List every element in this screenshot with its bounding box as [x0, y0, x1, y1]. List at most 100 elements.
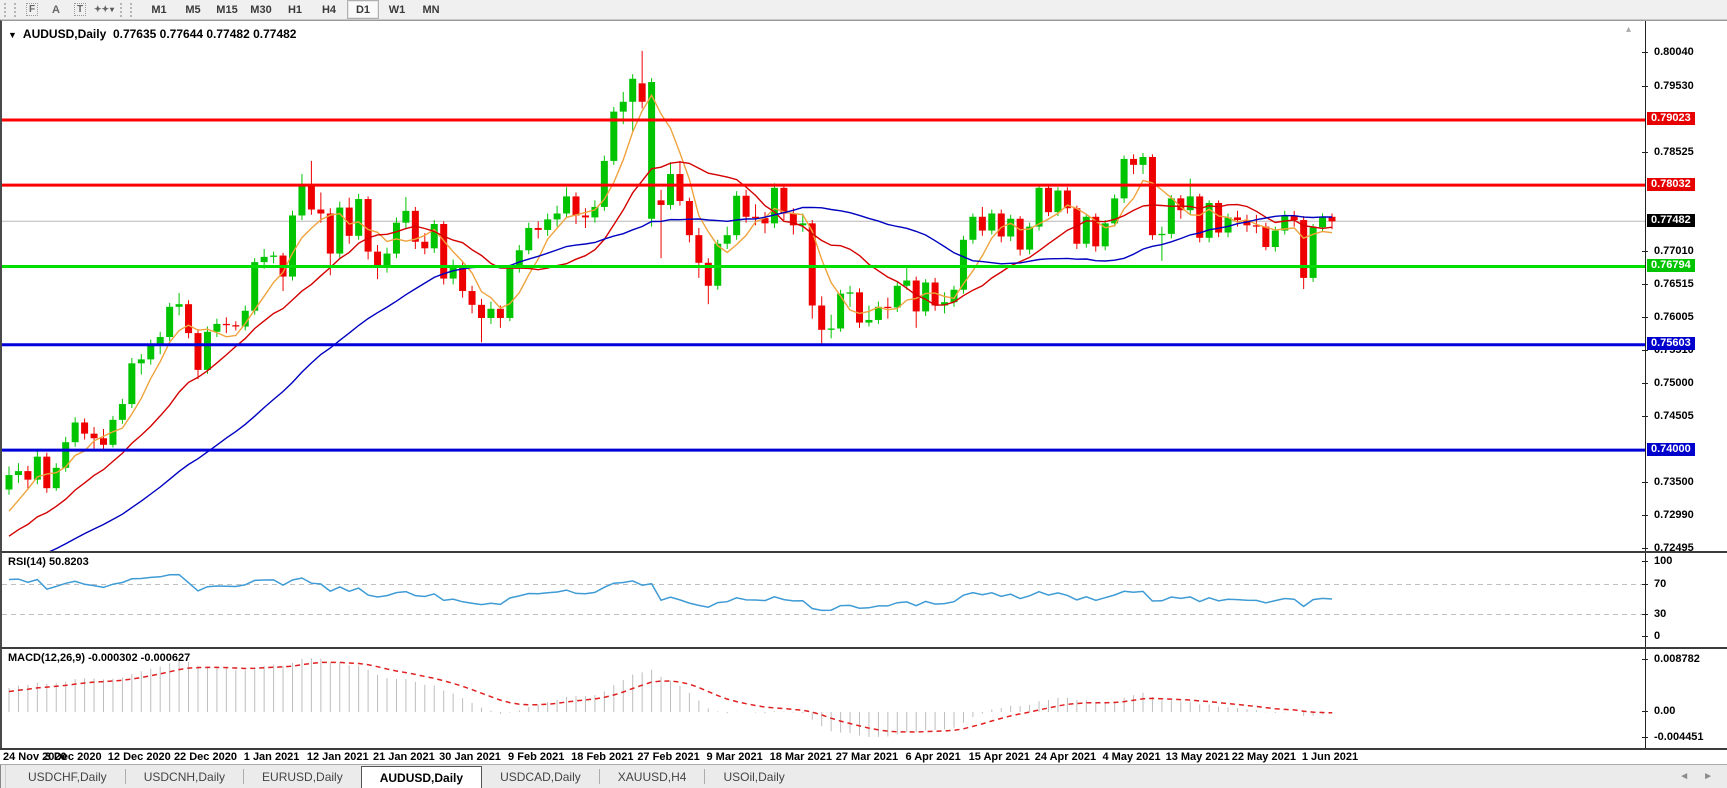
candle-body[interactable] — [478, 305, 485, 318]
candle-body[interactable] — [865, 320, 872, 323]
candle-body[interactable] — [525, 228, 532, 250]
candle-body[interactable] — [1319, 217, 1326, 228]
candle-body[interactable] — [1300, 220, 1307, 278]
candle-body[interactable] — [232, 325, 239, 326]
toolbar-drag-handle-2[interactable] — [120, 3, 132, 17]
tab-audusd-daily[interactable]: AUDUSD,Daily — [361, 766, 482, 788]
candle-body[interactable] — [270, 256, 277, 257]
candle-body[interactable] — [894, 286, 901, 308]
candle-body[interactable] — [535, 228, 542, 230]
candle-body[interactable] — [365, 199, 372, 252]
candle-body[interactable] — [72, 422, 79, 442]
candle-body[interactable] — [497, 309, 504, 318]
candle-body[interactable] — [1149, 157, 1156, 235]
candle-body[interactable] — [743, 196, 750, 217]
candle-body[interactable] — [1017, 219, 1024, 250]
candle-body[interactable] — [402, 211, 409, 223]
candle-body[interactable] — [1168, 198, 1175, 233]
candle-body[interactable] — [393, 223, 400, 254]
candle-body[interactable] — [204, 332, 211, 370]
candle-body[interactable] — [771, 188, 778, 223]
candle-body[interactable] — [591, 207, 598, 218]
dropdown-caret-icon[interactable]: ▾ — [110, 5, 114, 14]
tab-usoil-daily[interactable]: USOil,Daily — [705, 765, 802, 788]
candle-body[interactable] — [544, 219, 551, 230]
candle-body[interactable] — [903, 281, 910, 286]
timeframe-button-m1[interactable]: M1 — [143, 0, 175, 19]
price-axis[interactable]: 0.800400.795300.785250.770100.765150.760… — [1645, 21, 1727, 551]
candle-body[interactable] — [91, 434, 98, 439]
candle-body[interactable] — [100, 438, 107, 445]
candle-body[interactable] — [1187, 196, 1194, 210]
candle-body[interactable] — [317, 210, 324, 214]
candle-body[interactable] — [847, 292, 854, 293]
candle-body[interactable] — [554, 213, 561, 219]
candle-body[interactable] — [629, 79, 636, 102]
candle-body[interactable] — [1130, 159, 1137, 165]
macd-plot[interactable] — [2, 649, 1647, 750]
candle-body[interactable] — [308, 184, 315, 210]
rsi-plot[interactable] — [2, 553, 1647, 649]
candle-body[interactable] — [147, 345, 154, 359]
candle-body[interactable] — [818, 305, 825, 329]
tab-eurusd-daily[interactable]: EURUSD,Daily — [244, 765, 361, 788]
candle-body[interactable] — [695, 235, 702, 263]
object-style-icon[interactable]: ✦✦▾ — [93, 2, 115, 18]
candle-body[interactable] — [573, 196, 580, 215]
candle-body[interactable] — [440, 224, 447, 279]
timeframe-button-d1[interactable]: D1 — [347, 0, 379, 19]
candle-body[interactable] — [15, 471, 22, 475]
tab-scroll-left-icon[interactable]: ◄ — [1679, 771, 1689, 782]
timeframe-button-h4[interactable]: H4 — [313, 0, 345, 19]
candle-body[interactable] — [1206, 203, 1213, 238]
candle-body[interactable] — [128, 363, 135, 404]
candle-body[interactable] — [856, 292, 863, 322]
candle-body[interactable] — [1234, 217, 1241, 220]
candle-body[interactable] — [733, 196, 740, 235]
candle-body[interactable] — [355, 199, 362, 236]
candle-body[interactable] — [780, 188, 787, 214]
candle-body[interactable] — [1158, 234, 1165, 235]
macd-panel[interactable]: MACD(12,26,9) -0.000302 -0.000627 0.0087… — [0, 647, 1727, 748]
candle-body[interactable] — [724, 235, 731, 244]
candle-body[interactable] — [676, 174, 683, 201]
candle-body[interactable] — [639, 83, 646, 101]
text-box-icon[interactable]: T — [69, 2, 91, 18]
candle-body[interactable] — [979, 217, 986, 231]
candle-body[interactable] — [582, 215, 589, 217]
timeframe-button-h1[interactable]: H1 — [279, 0, 311, 19]
candle-body[interactable] — [81, 422, 88, 433]
candle-body[interactable] — [1262, 227, 1269, 247]
candle-body[interactable] — [884, 307, 891, 308]
toolbar-drag-handle[interactable] — [4, 3, 16, 17]
candle-body[interactable] — [1036, 188, 1043, 227]
candle-body[interactable] — [223, 324, 230, 325]
candle-body[interactable] — [166, 307, 173, 337]
tab-usdchf-daily[interactable]: USDCHF,Daily — [10, 765, 125, 788]
candle-body[interactable] — [176, 304, 183, 307]
candle-body[interactable] — [1045, 188, 1052, 212]
candle-body[interactable] — [421, 242, 428, 249]
candle-body[interactable] — [1026, 227, 1033, 250]
candle-body[interactable] — [620, 102, 627, 112]
candle-body[interactable] — [1007, 219, 1014, 237]
candle-body[interactable] — [261, 257, 268, 262]
candle-body[interactable] — [298, 184, 305, 216]
candle-body[interactable] — [24, 471, 31, 480]
candle-body[interactable] — [43, 457, 50, 489]
candle-body[interactable] — [119, 404, 126, 420]
candle-body[interactable] — [686, 201, 693, 235]
candle-body[interactable] — [487, 309, 494, 318]
tab-usdcnh-daily[interactable]: USDCNH,Daily — [126, 765, 243, 788]
candle-body[interactable] — [988, 213, 995, 230]
candle-body[interactable] — [506, 269, 513, 318]
rsi-panel[interactable]: RSI(14) 50.8203 10070300 — [0, 551, 1727, 647]
timeframe-button-m15[interactable]: M15 — [211, 0, 243, 19]
price-chart[interactable] — [2, 21, 1647, 552]
main-chart-panel[interactable]: ▼AUDUSD,Daily 0.77635 0.77644 0.77482 0.… — [0, 20, 1727, 551]
candle-body[interactable] — [998, 213, 1005, 236]
candle-body[interactable] — [1272, 231, 1279, 247]
text-a-icon[interactable]: A — [45, 2, 67, 18]
timeframe-button-w1[interactable]: W1 — [381, 0, 413, 19]
tab-xauusd-h4[interactable]: XAUUSD,H4 — [600, 765, 705, 788]
